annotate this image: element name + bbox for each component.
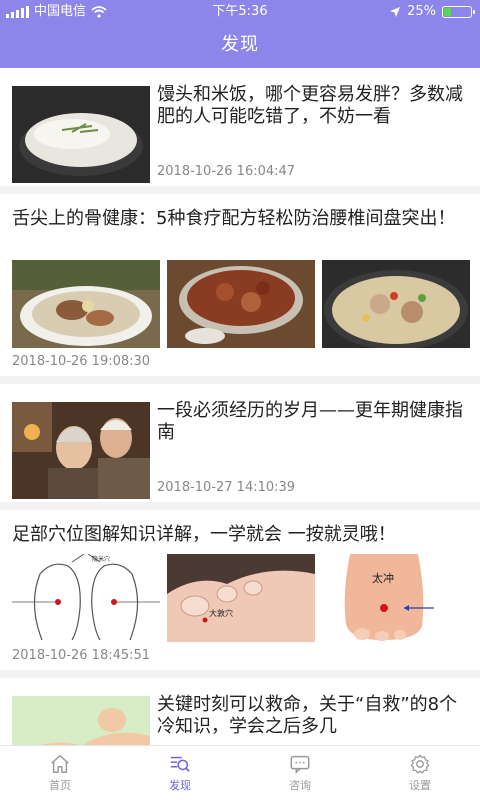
article-title[interactable]: 一段必须经历的岁月——更年期健康指南 xyxy=(157,400,464,444)
article-title[interactable]: 馒头和米饭，哪个更容易发胖？多数减肥的人可能吃错了，不妨一看 xyxy=(157,84,464,128)
foot-label: 太冲 xyxy=(372,571,394,585)
article-date: 2018-10-26 18:45:51 xyxy=(12,648,151,663)
discover-icon xyxy=(170,756,190,772)
foot-acupoint-photo[interactable]: 太冲 xyxy=(322,554,470,642)
elderly-couple-photo[interactable] xyxy=(12,402,150,499)
bone-soup-photo[interactable] xyxy=(12,260,160,348)
tab-label: 设置 xyxy=(409,779,431,792)
article-card[interactable]: 馒头和米饭，哪个更容易发胖？多数减肥的人可能吃错了，不妨一看 2018-10-2… xyxy=(0,68,480,186)
rice-bowl-photo[interactable] xyxy=(12,86,150,183)
article-card[interactable]: 一段必须经历的岁月——更年期健康指南 2018-10-27 14:10:39 xyxy=(0,384,480,502)
article-card[interactable]: 足部穴位图解知识详解，一学就会 一按就灵哦！ 隐米穴 大敦穴 太冲 2018-1… xyxy=(0,510,480,670)
tab-settings[interactable]: 设置 xyxy=(360,746,480,800)
stew-pot-photo[interactable] xyxy=(322,260,470,348)
page-title: 发现 xyxy=(221,34,259,55)
diagram-label: 隐米穴 xyxy=(92,555,110,563)
article-title[interactable]: 舌尖上的骨健康：5种食疗配方轻松防治腰椎间盘突出！ xyxy=(12,208,468,230)
app-header: 中国电信 下午5:36 25% 发现 xyxy=(0,0,480,68)
location-arrow-icon xyxy=(390,7,401,17)
article-feed[interactable]: 馒头和米饭，哪个更容易发胖？多数减肥的人可能吃错了，不妨一看 2018-10-2… xyxy=(0,68,480,746)
home-icon xyxy=(51,755,69,773)
tab-label: 发现 xyxy=(169,779,191,792)
tab-label: 咨询 xyxy=(289,779,311,792)
tab-home[interactable]: 首页 xyxy=(0,746,120,800)
article-title[interactable]: 关键时刻可以救命，关于“自救”的8个冷知识，学会之后多几 xyxy=(157,694,464,738)
toe-label: 大敦穴 xyxy=(209,608,233,618)
settings-icon xyxy=(410,754,430,774)
tab-consult[interactable]: 咨询 xyxy=(240,746,360,800)
foot-acupoint-diagram[interactable]: 隐米穴 xyxy=(12,554,160,642)
first-aid-illustration[interactable] xyxy=(12,696,150,746)
braised-meat-photo[interactable] xyxy=(167,260,315,348)
tab-label: 首页 xyxy=(49,779,71,792)
article-date: 2018-10-27 14:10:39 xyxy=(157,480,296,495)
battery-percent: 25% xyxy=(407,4,436,19)
battery-icon xyxy=(442,6,475,18)
article-date: 2018-10-26 19:08:30 xyxy=(12,354,151,369)
article-title[interactable]: 足部穴位图解知识详解，一学就会 一按就灵哦！ xyxy=(12,524,468,546)
tab-discover[interactable]: 发现 xyxy=(120,746,240,800)
article-date: 2018-10-26 16:04:47 xyxy=(157,164,296,179)
article-card[interactable]: 舌尖上的骨健康：5种食疗配方轻松防治腰椎间盘突出！ 2018-10-26 19:… xyxy=(0,194,480,376)
status-bar: 中国电信 下午5:36 25% xyxy=(0,0,480,24)
toe-acupoint-photo[interactable]: 大敦穴 xyxy=(167,554,315,642)
article-card[interactable]: 关键时刻可以救命，关于“自救”的8个冷知识，学会之后多几 xyxy=(0,678,480,746)
chat-icon xyxy=(290,755,310,775)
bottom-tab-bar: 首页 发现 咨询 设置 xyxy=(0,745,480,800)
